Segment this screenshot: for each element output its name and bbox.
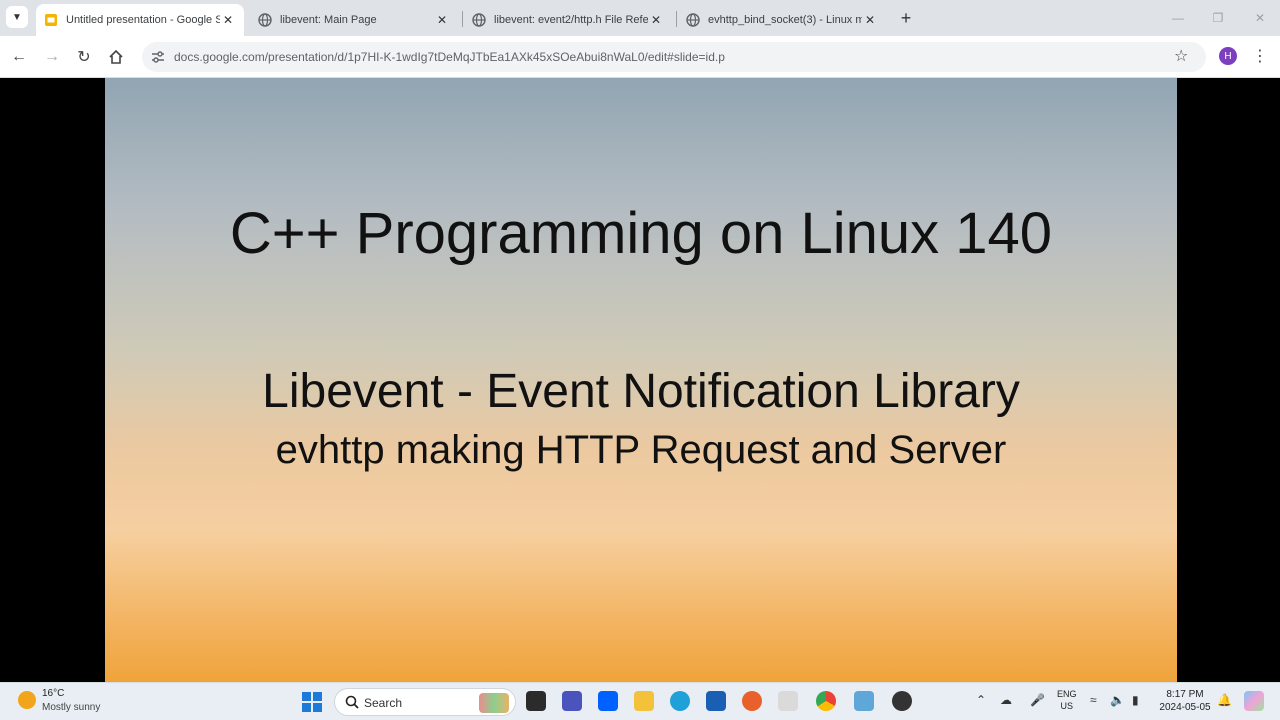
chrome-icon[interactable] bbox=[816, 691, 836, 711]
weather-description[interactable]: Mostly sunny bbox=[42, 702, 100, 713]
globe-icon bbox=[686, 13, 700, 27]
tab-libevent-main[interactable]: libevent: Main Page ✕ bbox=[250, 4, 458, 36]
home-icon[interactable] bbox=[105, 46, 127, 68]
tab-evhttp-bind-socket[interactable]: evhttp_bind_socket(3) - Linux manual pag… bbox=[678, 4, 886, 36]
address-bar[interactable]: docs.google.com/presentation/d/1p7HI-K-1… bbox=[142, 42, 1206, 72]
slide[interactable]: C++ Programming on Linux 140 Libevent - … bbox=[105, 78, 1177, 682]
taskbar: 16°C Mostly sunny Search ⌃ ☁ 🎤 ENG US ≈ … bbox=[0, 682, 1280, 720]
copilot-icon[interactable] bbox=[1244, 691, 1264, 711]
slide-subtitle-secondary: evhttp making HTTP Request and Server bbox=[275, 428, 1007, 472]
back-icon[interactable]: ← bbox=[8, 46, 30, 68]
chevron-down-icon: ▼ bbox=[12, 11, 22, 23]
minimize-icon[interactable]: — bbox=[1168, 8, 1188, 28]
forward-icon[interactable]: → bbox=[41, 46, 63, 68]
teams-icon[interactable] bbox=[562, 691, 582, 711]
tab-label: evhttp_bind_socket(3) - Linux manual pag… bbox=[708, 14, 862, 26]
show-hidden-icons-icon[interactable]: ⌃ bbox=[976, 693, 986, 707]
reload-icon[interactable]: ↻ bbox=[73, 46, 95, 68]
close-icon[interactable]: ✕ bbox=[648, 12, 664, 28]
file-explorer-icon[interactable] bbox=[634, 691, 654, 711]
close-icon[interactable]: ✕ bbox=[220, 12, 236, 28]
window-close-icon[interactable]: ✕ bbox=[1250, 8, 1270, 28]
notepad-icon[interactable] bbox=[854, 691, 874, 711]
new-tab-button[interactable]: + bbox=[896, 8, 916, 28]
edge-icon[interactable] bbox=[670, 691, 690, 711]
windows-start-icon[interactable] bbox=[302, 692, 322, 712]
taskbar-search[interactable]: Search bbox=[334, 688, 516, 716]
site-info-icon[interactable] bbox=[150, 49, 166, 65]
slide-subtitle: Libevent - Event Notification Library bbox=[262, 365, 1020, 418]
volume-icon[interactable]: 🔈 bbox=[1110, 693, 1125, 707]
dropbox-icon[interactable] bbox=[598, 691, 618, 711]
tab-google-slides[interactable]: Untitled presentation - Google Slides ✕ bbox=[36, 4, 244, 36]
notification-bell-icon[interactable]: 🔔 bbox=[1217, 693, 1232, 707]
onedrive-icon[interactable]: ☁ bbox=[1000, 693, 1012, 707]
profile-avatar[interactable]: H bbox=[1219, 47, 1237, 65]
tab-separator bbox=[676, 11, 677, 27]
task-view-icon[interactable] bbox=[526, 691, 546, 711]
close-icon[interactable]: ✕ bbox=[862, 12, 878, 28]
tab-libevent-http[interactable]: libevent: event2/http.h File Reference ✕ bbox=[464, 4, 672, 36]
tab-search-button[interactable]: ▼ bbox=[6, 6, 28, 28]
amazon-icon[interactable] bbox=[778, 691, 798, 711]
search-label: Search bbox=[364, 696, 403, 710]
clock-date: 2024-05-05 bbox=[1159, 702, 1211, 713]
language-code: ENG bbox=[1057, 689, 1077, 699]
microsoft-store-icon[interactable] bbox=[706, 691, 726, 711]
tab-separator bbox=[462, 11, 463, 27]
restore-icon[interactable]: ❐ bbox=[1208, 8, 1228, 28]
globe-icon bbox=[258, 13, 272, 27]
wifi-icon[interactable]: ≈ bbox=[1090, 693, 1097, 707]
microphone-icon[interactable]: 🎤 bbox=[1030, 693, 1045, 707]
globe-icon bbox=[472, 13, 486, 27]
google-slides-icon bbox=[44, 13, 58, 27]
system-clock[interactable]: 8:17 PM 2024-05-05 bbox=[1158, 688, 1212, 714]
tab-label: libevent: event2/http.h File Reference bbox=[494, 14, 648, 26]
clock-time: 8:17 PM bbox=[1166, 689, 1204, 700]
close-icon[interactable]: ✕ bbox=[434, 12, 450, 28]
battery-icon[interactable]: ▮ bbox=[1132, 693, 1139, 707]
bookmark-star-icon[interactable]: ☆ bbox=[1174, 46, 1188, 66]
tab-bar: ▼ Untitled presentation - Google Slides … bbox=[0, 0, 1280, 36]
weather-temperature[interactable]: 16°C bbox=[42, 688, 64, 699]
weather-sun-icon[interactable] bbox=[18, 691, 36, 709]
browser-toolbar: ← → ↻ docs.google.com/presentation/d/1p7… bbox=[0, 36, 1280, 78]
url-text[interactable]: docs.google.com/presentation/d/1p7HI-K-1… bbox=[174, 50, 725, 64]
slide-title: C++ Programming on Linux 140 bbox=[229, 201, 1053, 266]
tab-label: Untitled presentation - Google Slides bbox=[66, 14, 220, 26]
firefox-icon[interactable] bbox=[742, 691, 762, 711]
obs-icon[interactable] bbox=[892, 691, 912, 711]
region-code: US bbox=[1060, 701, 1074, 711]
menu-kebab-icon[interactable]: ⋮ bbox=[1252, 46, 1268, 66]
tab-label: libevent: Main Page bbox=[280, 14, 377, 26]
search-icon bbox=[345, 695, 359, 709]
search-highlight-icon bbox=[479, 693, 509, 713]
presentation-viewport: C++ Programming on Linux 140 Libevent - … bbox=[0, 78, 1280, 682]
language-indicator[interactable]: ENG US bbox=[1057, 688, 1077, 712]
